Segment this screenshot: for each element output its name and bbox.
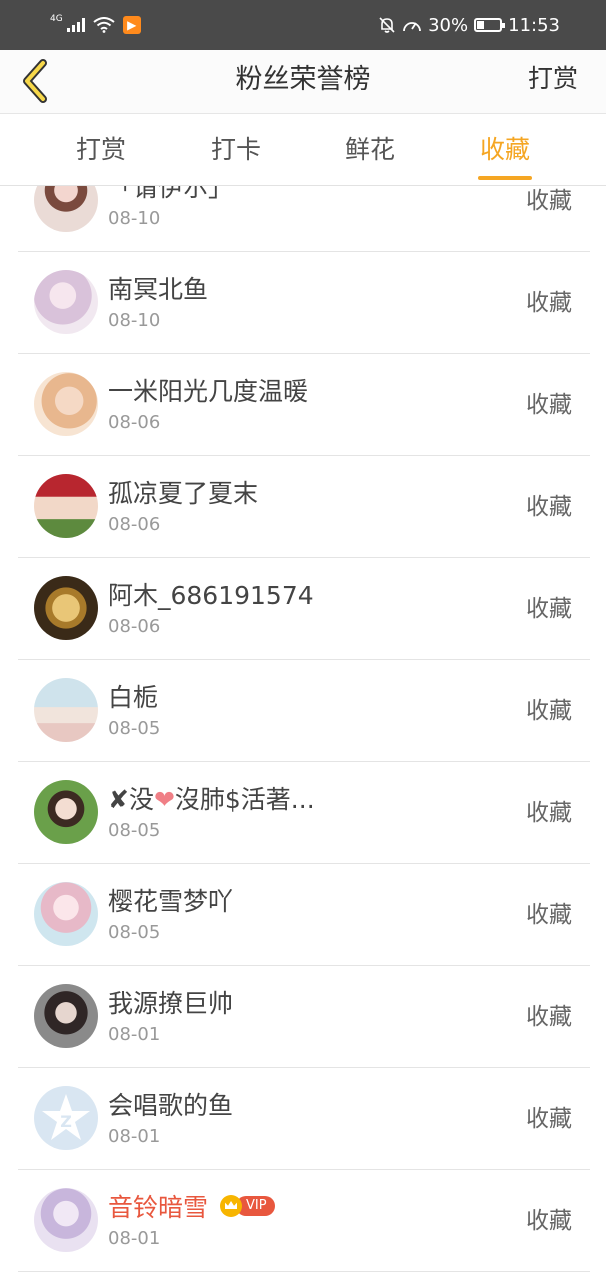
list-item[interactable]: 白栀 08-05 收藏 (18, 660, 590, 762)
favorite-label: 收藏 (526, 290, 572, 316)
date: 08-06 (108, 616, 161, 637)
default-avatar: Z (34, 1086, 98, 1150)
avatar (34, 576, 98, 640)
date: 08-05 (108, 922, 161, 943)
list-item[interactable]: 音铃暗雪 VIP 08-01 收藏 (18, 1170, 590, 1272)
favorite-label: 收藏 (526, 596, 572, 622)
user-name: 我源撩巨帅 (108, 989, 234, 1018)
clock: 11:53 (508, 14, 560, 36)
tab-favorites[interactable]: 收藏 (450, 114, 560, 186)
favorite-label: 收藏 (526, 1004, 572, 1030)
battery-icon (474, 18, 506, 32)
user-name: 白栀 (108, 683, 159, 712)
user-name-text: 音铃暗雪 (108, 1193, 209, 1222)
default-avatar-icon: Z (42, 1094, 90, 1140)
date: 08-01 (108, 1126, 161, 1147)
avatar (34, 270, 98, 334)
avatar (34, 372, 98, 436)
avatar (34, 678, 98, 742)
list-item[interactable]: 一米阳光几度温暖 08-06 收藏 (18, 354, 590, 456)
favorite-label: 收藏 (526, 800, 572, 826)
favorite-label: 收藏 (526, 698, 572, 724)
fan-list: 「请伊尔」 08-10 收藏 南冥北鱼 08-10 收藏 一米阳光几度温暖 08… (0, 186, 606, 1280)
favorite-label: 收藏 (526, 188, 572, 214)
user-name: 会唱歌的鱼 (108, 1091, 234, 1120)
list-item[interactable]: 孤凉夏了夏末 08-06 收藏 (18, 456, 590, 558)
status-right: 30% 11:53 (378, 15, 560, 36)
reward-button[interactable]: 打赏 (528, 50, 578, 114)
favorite-label: 收藏 (526, 494, 572, 520)
user-name: 樱花雪梦吖 (108, 887, 234, 916)
date: 08-10 (108, 208, 161, 229)
date: 08-05 (108, 718, 161, 739)
status-bar: 4G ▶ 30% 11:53 (0, 0, 606, 50)
network-type: 4G (50, 14, 63, 24)
svg-text:Z: Z (60, 1112, 72, 1131)
date: 08-06 (108, 412, 161, 433)
user-name: 孤凉夏了夏末 (108, 479, 259, 508)
signal-icon (66, 18, 85, 32)
list-item[interactable]: ✘没❤沒肺$活著... 08-05 收藏 (18, 762, 590, 864)
date: 08-10 (108, 310, 161, 331)
date: 08-05 (108, 820, 161, 841)
vip-badge: VIP (220, 1195, 275, 1217)
list-item[interactable]: Z 会唱歌的鱼 08-01 收藏 (18, 1068, 590, 1170)
avatar (34, 186, 98, 232)
favorite-label: 收藏 (526, 902, 572, 928)
favorite-label: 收藏 (526, 392, 572, 418)
list-item[interactable]: 南冥北鱼 08-10 收藏 (18, 252, 590, 354)
avatar (34, 474, 98, 538)
list-item[interactable]: 阿木_686191574 08-06 收藏 (18, 558, 590, 660)
user-name: 阿木_686191574 (108, 581, 314, 610)
list-item[interactable]: 我源撩巨帅 08-01 收藏 (18, 966, 590, 1068)
tab-checkin[interactable]: 打卡 (181, 114, 291, 186)
app-notification-icon: ▶ (122, 16, 141, 34)
favorite-label: 收藏 (526, 1106, 572, 1132)
tab-bar: 打赏 打卡 鲜花 收藏 (0, 114, 606, 186)
page-title: 粉丝荣誉榜 (235, 64, 371, 95)
wifi-icon (93, 17, 115, 33)
user-name: 音铃暗雪 VIP (108, 1188, 275, 1224)
speed-gauge-icon (403, 22, 422, 32)
battery-percent: 30% (428, 14, 469, 36)
date: 08-06 (108, 514, 161, 535)
date: 08-01 (108, 1024, 161, 1045)
avatar (34, 984, 98, 1048)
user-name: 「请伊尔」 (108, 186, 234, 202)
user-name: 一米阳光几度温暖 (108, 377, 309, 406)
name-prefix: ✘没 (108, 785, 154, 814)
list-item[interactable]: 「请伊尔」 08-10 收藏 (18, 186, 590, 252)
app-header: 粉丝荣誉榜 打赏 (0, 50, 606, 114)
heart-icon: ❤ (153, 785, 175, 814)
crown-icon (220, 1195, 243, 1217)
name-suffix: 沒肺$活著... (174, 785, 315, 814)
tab-reward[interactable]: 打赏 (46, 114, 156, 186)
tab-flowers[interactable]: 鲜花 (315, 114, 425, 186)
user-name: 南冥北鱼 (108, 275, 209, 304)
avatar (34, 1188, 98, 1252)
avatar (34, 780, 98, 844)
list-item[interactable]: 樱花雪梦吖 08-05 收藏 (18, 864, 590, 966)
favorite-label: 收藏 (526, 1208, 572, 1234)
mute-bell-icon (379, 17, 395, 33)
user-name: ✘没❤沒肺$活著... (108, 780, 315, 816)
avatar (34, 882, 98, 946)
status-left: 4G ▶ (50, 14, 141, 34)
date: 08-01 (108, 1228, 161, 1249)
